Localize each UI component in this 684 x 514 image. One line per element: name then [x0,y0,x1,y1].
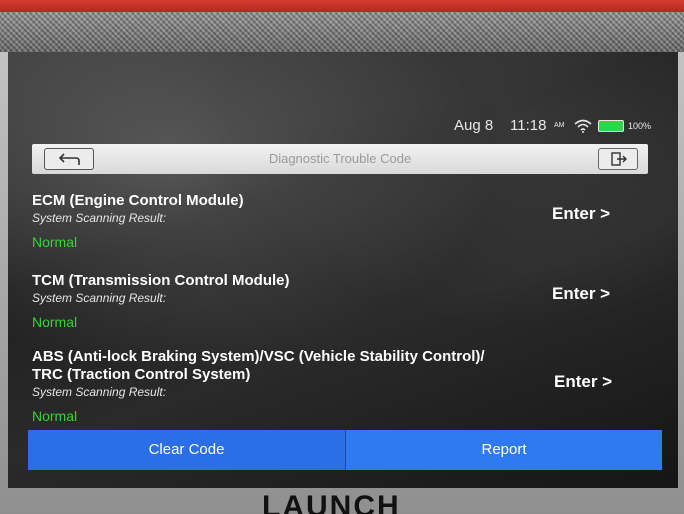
status-date: Aug 8 [454,117,494,134]
page-title: Diagnostic Trouble Code [268,151,412,166]
battery-icon [598,120,624,132]
diagnostic-device: Aug 8 11:18 AM 100% Diagnostic Trouble C… [0,0,684,514]
enter-button-tcm[interactable]: Enter > [552,284,610,304]
status-time: 11:18 [510,117,547,134]
module-status: Normal [32,314,78,330]
device-screen: Aug 8 11:18 AM 100% Diagnostic Trouble C… [8,52,678,488]
header-bar: Diagnostic Trouble Code [32,144,648,174]
exit-icon [611,152,627,166]
wifi-icon [574,119,592,133]
status-battery: 100% [628,121,652,131]
status-bar: Aug 8 11:18 AM 100% [8,116,678,138]
device-top-accent [0,0,684,12]
device-bezel [0,12,684,52]
status-ampm: AM [554,122,565,129]
report-button[interactable]: Report [346,430,662,470]
module-status: Normal [32,408,78,424]
brand-logo: LAUNCH [262,490,401,514]
module-title: ABS (Anti-lock Braking System)/VSC (Vehi… [32,348,485,365]
enter-button-ecm[interactable]: Enter > [552,204,610,224]
clear-code-button[interactable]: Clear Code [28,430,346,470]
enter-button-abs[interactable]: Enter > [554,372,612,392]
module-status: Normal [32,234,78,250]
exit-button[interactable] [598,148,638,170]
action-bar: Clear Code Report [28,430,662,470]
